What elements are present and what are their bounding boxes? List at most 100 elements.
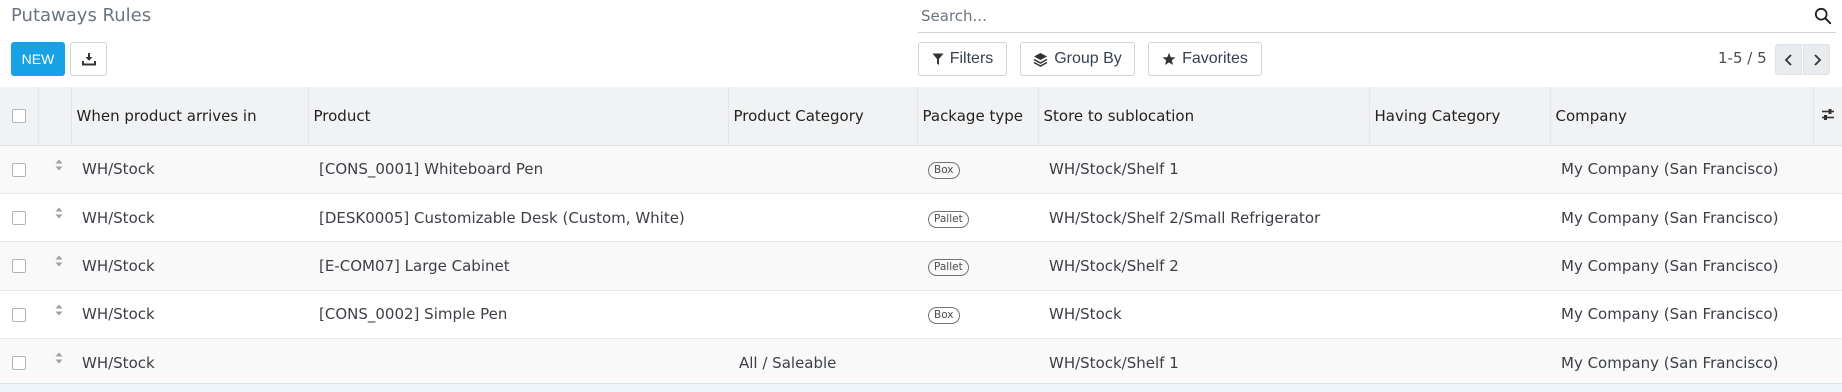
chevron-left-icon bbox=[1784, 53, 1792, 66]
package-type-badge: Pallet bbox=[928, 210, 969, 228]
drag-handle-icon[interactable] bbox=[55, 159, 63, 171]
cell-arrives-in: WH/Stock bbox=[82, 256, 155, 275]
cell-company: My Company (San Francisco) bbox=[1561, 208, 1779, 227]
cell-product: [CONS_0002] Simple Pen bbox=[319, 305, 508, 324]
row-checkbox-cell[interactable] bbox=[0, 193, 38, 241]
optional-columns-toggle[interactable] bbox=[1813, 87, 1842, 146]
filters-label: Filters bbox=[949, 50, 994, 67]
cell-arrives-in: WH/Stock bbox=[82, 208, 155, 227]
pager-next-button[interactable] bbox=[1803, 44, 1830, 75]
row-checkbox[interactable] bbox=[12, 211, 26, 226]
row-handle-cell[interactable] bbox=[38, 339, 71, 387]
cell-having-category bbox=[1369, 145, 1550, 193]
favorites-button[interactable]: Favorites bbox=[1148, 42, 1262, 76]
row-checkbox-cell[interactable] bbox=[0, 290, 38, 338]
table-row[interactable]: WH/Stock [DESK0005] Customizable Desk (C… bbox=[0, 193, 1842, 242]
new-button[interactable]: NEW bbox=[11, 42, 65, 76]
column-header-sublocation[interactable]: Store to sublocation bbox=[1038, 87, 1370, 146]
pager-value[interactable]: 1-5 / 5 bbox=[1718, 49, 1767, 67]
package-type-badge: Pallet bbox=[928, 258, 969, 276]
drag-handle-icon[interactable] bbox=[55, 255, 63, 267]
drag-handle-icon[interactable] bbox=[55, 352, 63, 364]
row-handle-cell[interactable] bbox=[38, 290, 71, 338]
cell-empty bbox=[1813, 242, 1842, 290]
cell-arrives-in: WH/Stock bbox=[82, 160, 155, 179]
cell-product bbox=[308, 339, 728, 387]
list-bottom-border bbox=[0, 383, 1842, 392]
column-header-company[interactable]: Company bbox=[1550, 87, 1814, 146]
column-header-package-type[interactable]: Package type bbox=[917, 87, 1039, 146]
cell-product-category bbox=[728, 193, 917, 241]
cell-product-category bbox=[728, 145, 917, 193]
row-checkbox[interactable] bbox=[12, 356, 26, 371]
table-header-row: When product arrives in Product Product … bbox=[0, 87, 1842, 146]
row-checkbox-cell[interactable] bbox=[0, 339, 38, 387]
cell-empty bbox=[1813, 290, 1842, 338]
chevron-right-icon bbox=[1813, 53, 1821, 66]
cell-product: [E-COM07] Large Cabinet bbox=[319, 256, 510, 275]
table-row[interactable]: WH/Stock [CONS_0002] Simple Pen Box WH/S… bbox=[0, 290, 1842, 339]
column-header-product-category[interactable]: Product Category bbox=[728, 87, 918, 146]
table-row[interactable]: WH/Stock All / Saleable WH/Stock/Shelf 1… bbox=[0, 338, 1842, 387]
row-handle-cell[interactable] bbox=[38, 193, 71, 241]
cell-empty bbox=[1813, 145, 1842, 193]
cell-company: My Company (San Francisco) bbox=[1561, 160, 1779, 179]
cell-package-type: Pallet bbox=[917, 242, 1038, 290]
sliders-icon[interactable] bbox=[1821, 108, 1835, 121]
handle-column-header bbox=[38, 87, 72, 146]
row-checkbox-cell[interactable] bbox=[0, 242, 38, 290]
row-handle-cell[interactable] bbox=[38, 242, 71, 290]
cell-product-category bbox=[728, 290, 917, 338]
cell-sublocation: WH/Stock/Shelf 1 bbox=[1049, 353, 1179, 372]
row-checkbox[interactable] bbox=[12, 259, 26, 274]
row-checkbox[interactable] bbox=[12, 162, 26, 177]
favorites-label: Favorites bbox=[1182, 50, 1248, 67]
cell-having-category bbox=[1369, 290, 1550, 338]
select-all-checkbox[interactable] bbox=[11, 109, 26, 124]
row-handle-cell[interactable] bbox=[38, 145, 71, 193]
drag-handle-icon[interactable] bbox=[55, 207, 63, 219]
column-header-having-category[interactable]: Having Category bbox=[1369, 87, 1551, 146]
page-title: Putaways Rules bbox=[11, 5, 152, 26]
putaway-rules-table: When product arrives in Product Product … bbox=[0, 87, 1842, 387]
column-header-arrives-in[interactable]: When product arrives in bbox=[71, 87, 309, 146]
search-bar[interactable] bbox=[918, 0, 1836, 33]
cell-product: [CONS_0001] Whiteboard Pen bbox=[319, 160, 544, 179]
cell-having-category bbox=[1369, 242, 1550, 290]
table-row[interactable]: WH/Stock [E-COM07] Large Cabinet Pallet … bbox=[0, 241, 1842, 291]
group-by-button[interactable]: Group By bbox=[1020, 42, 1135, 76]
cell-sublocation: WH/Stock/Shelf 2 bbox=[1049, 256, 1179, 275]
table-row[interactable]: WH/Stock [CONS_0001] Whiteboard Pen Box … bbox=[0, 145, 1842, 194]
cell-having-category bbox=[1369, 193, 1550, 241]
cell-product: [DESK0005] Customizable Desk (Custom, Wh… bbox=[319, 208, 685, 227]
cell-product-category: All / Saleable bbox=[739, 353, 837, 372]
cell-package-type bbox=[917, 339, 1038, 387]
pager-previous-button[interactable] bbox=[1775, 44, 1802, 75]
cell-sublocation: WH/Stock/Shelf 1 bbox=[1049, 160, 1179, 179]
star-icon bbox=[1162, 52, 1176, 66]
group-by-label: Group By bbox=[1054, 50, 1122, 67]
cell-company: My Company (San Francisco) bbox=[1561, 353, 1779, 372]
cell-arrives-in: WH/Stock bbox=[82, 305, 155, 324]
row-checkbox[interactable] bbox=[12, 307, 26, 322]
row-checkbox-cell[interactable] bbox=[0, 145, 38, 193]
cell-package-type: Box bbox=[917, 145, 1038, 193]
download-icon bbox=[81, 53, 96, 66]
cell-company: My Company (San Francisco) bbox=[1561, 305, 1779, 324]
select-all-checkbox-cell[interactable] bbox=[0, 87, 39, 146]
cell-empty bbox=[1813, 339, 1842, 387]
cell-arrives-in: WH/Stock bbox=[82, 353, 155, 372]
column-header-product[interactable]: Product bbox=[308, 87, 729, 146]
package-type-badge: Box bbox=[928, 307, 960, 325]
search-input[interactable] bbox=[918, 0, 1836, 32]
cell-empty bbox=[1813, 193, 1842, 241]
cell-package-type: Pallet bbox=[917, 193, 1038, 241]
layers-icon bbox=[1033, 52, 1048, 67]
download-button[interactable] bbox=[70, 42, 107, 76]
cell-package-type: Box bbox=[917, 290, 1038, 338]
drag-handle-icon[interactable] bbox=[55, 304, 63, 316]
search-icon[interactable] bbox=[1814, 7, 1832, 25]
cell-sublocation: WH/Stock/Shelf 2/Small Refrigerator bbox=[1049, 208, 1321, 227]
filters-button[interactable]: Filters bbox=[918, 42, 1007, 76]
cell-having-category bbox=[1369, 339, 1550, 387]
